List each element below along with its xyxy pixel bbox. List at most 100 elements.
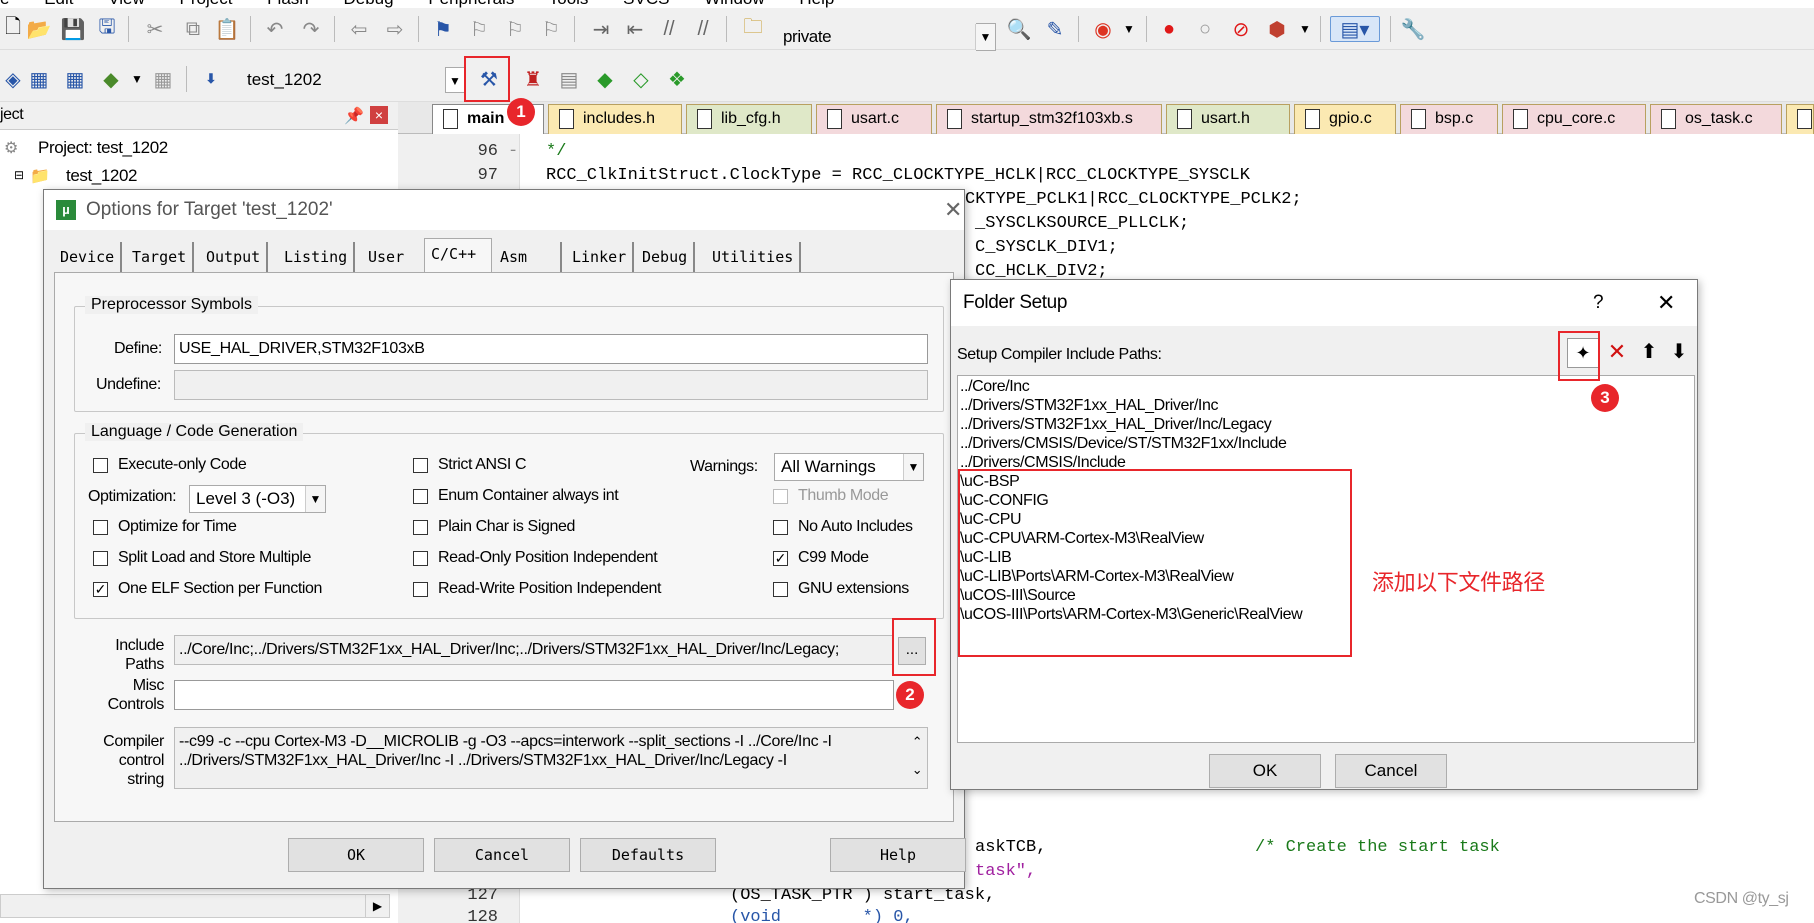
tab-utilities[interactable]: Utilities — [706, 242, 802, 272]
tab-user[interactable]: User — [362, 242, 422, 272]
select-packs-icon[interactable]: ◆ — [592, 66, 618, 92]
folder-ok-button[interactable]: OK — [1209, 754, 1321, 788]
chevron-down-icon[interactable]: ▼ — [1116, 16, 1142, 42]
find-in-files-icon[interactable]: 🗀 — [740, 16, 766, 42]
save-icon[interactable]: 💾 — [60, 16, 86, 42]
redo-icon[interactable]: ↷ — [298, 16, 324, 42]
cut-icon[interactable]: ✂ — [142, 16, 168, 42]
new-file-icon[interactable]: 🗋 — [0, 16, 26, 42]
scroll-arrows-icon[interactable]: ⌃ ⌄ — [907, 728, 927, 788]
tab-usart-h[interactable]: usart.h — [1166, 104, 1290, 134]
list-item[interactable]: ../Drivers/STM32F1xx_HAL_Driver/Inc — [960, 397, 1218, 415]
disable-all-breakpoints-icon[interactable]: ⊘ — [1228, 16, 1254, 42]
prev-bookmark-icon[interactable]: ⚐ — [466, 16, 492, 42]
folder-cancel-button[interactable]: Cancel — [1335, 754, 1447, 788]
find-icon[interactable]: 🔍 — [1006, 16, 1032, 42]
tab-os-task-c[interactable]: os_task.c — [1650, 104, 1782, 134]
split-load-checkbox[interactable] — [93, 551, 108, 566]
rebuild-icon[interactable]: ▦ — [62, 66, 88, 92]
undo-icon[interactable]: ↶ — [262, 16, 288, 42]
menu-debug[interactable]: Debug — [343, 0, 393, 8]
optimize-time-checkbox[interactable] — [93, 520, 108, 535]
move-down-icon[interactable]: ⬇ — [1665, 338, 1693, 368]
misc-controls-input[interactable] — [174, 680, 894, 710]
help-icon[interactable]: ? — [1593, 292, 1604, 314]
build-icon[interactable]: ▦ — [26, 66, 52, 92]
tab-usart-c[interactable]: usart.c — [816, 104, 932, 134]
list-item[interactable]: ../Drivers/STM32F1xx_HAL_Driver/Inc/Lega… — [960, 416, 1272, 434]
tab-target[interactable]: Target — [126, 242, 195, 272]
tab-cpu-core-c[interactable]: cpu_core.c — [1502, 104, 1646, 134]
tab-asm[interactable]: Asm — [494, 242, 562, 272]
defaults-button[interactable]: Defaults — [580, 838, 716, 872]
tab-debug[interactable]: Debug — [636, 242, 696, 272]
list-item[interactable]: ../Drivers/CMSIS/Device/ST/STM32F1xx/Inc… — [960, 435, 1287, 453]
comment-icon[interactable]: // — [656, 16, 682, 42]
indent-icon[interactable]: ⇥ — [588, 16, 614, 42]
find-combo-dropdown[interactable]: ▼ — [975, 23, 996, 51]
project-root[interactable]: Project: test_1202 — [38, 138, 168, 158]
disable-breakpoint-icon[interactable]: ○ — [1192, 16, 1218, 42]
debug-session-icon[interactable]: ◉ — [1090, 16, 1116, 42]
manage-rte-icon[interactable]: ❖ — [664, 66, 690, 92]
menu-help[interactable]: Help — [799, 0, 834, 8]
clear-bookmarks-icon[interactable]: ⚐ — [538, 16, 564, 42]
target-select[interactable]: test_1202 ▼ — [240, 66, 466, 94]
gnu-ext-checkbox[interactable] — [773, 582, 788, 597]
save-all-icon[interactable]: 🖫 — [94, 16, 120, 42]
pin-icon[interactable]: 📌 — [344, 106, 364, 126]
open-folder-icon[interactable]: 📂 — [26, 16, 52, 42]
undefine-input[interactable] — [174, 370, 928, 400]
cancel-button[interactable]: Cancel — [434, 838, 570, 872]
collapse-icon[interactable]: ⊟ — [14, 168, 24, 182]
delete-icon[interactable]: ✕ — [1603, 338, 1631, 368]
project-scrollbar[interactable]: ▶ — [0, 894, 390, 918]
tab-listing[interactable]: Listing — [278, 242, 356, 272]
close-icon[interactable]: × — [370, 106, 388, 124]
tab-includes-h[interactable]: includes.h — [548, 104, 682, 134]
include-paths-input[interactable]: ../Core/Inc;../Drivers/STM32F1xx_HAL_Dri… — [174, 635, 894, 665]
tab-gpio-c[interactable]: gpio.c — [1294, 104, 1396, 134]
file-extensions-icon[interactable]: ♜ — [520, 66, 546, 92]
nav-back-icon[interactable]: ⇦ — [346, 16, 372, 42]
menu-tools[interactable]: Tools — [549, 0, 589, 8]
enum-int-checkbox[interactable] — [413, 489, 428, 504]
menu-project[interactable]: Project — [180, 0, 233, 8]
target-node[interactable]: test_1202 — [66, 166, 137, 186]
configure-icon[interactable]: 🔧 — [1400, 16, 1426, 42]
menu-window[interactable]: Window — [704, 0, 764, 8]
download-icon[interactable]: ⬇ — [198, 66, 224, 92]
help-button[interactable]: Help — [830, 838, 966, 872]
menu-view[interactable]: View — [108, 0, 145, 8]
list-item[interactable]: ../Core/Inc — [960, 378, 1030, 396]
strict-ansi-checkbox[interactable] — [413, 458, 428, 473]
menu-flash[interactable]: Flash — [267, 0, 309, 8]
kill-breakpoints-icon[interactable]: ⬢ — [1264, 16, 1290, 42]
define-input[interactable]: USE_HAL_DRIVER,STM32F103xB — [174, 334, 928, 364]
pack-installer-icon[interactable]: ◇ — [628, 66, 654, 92]
tab-c-cpp[interactable]: C/C++ — [424, 238, 492, 272]
optimization-select[interactable]: Level 3 (-O3) ▼ — [189, 485, 326, 513]
translate-icon[interactable]: ◈ — [0, 66, 26, 92]
menu-file[interactable]: e — [0, 0, 9, 8]
c99-checkbox[interactable]: ✓ — [773, 551, 788, 566]
one-elf-checkbox[interactable]: ✓ — [93, 582, 108, 597]
batch-build-icon[interactable]: ◆ — [98, 66, 124, 92]
tab-startup-s[interactable]: startup_stm32f103xb.s — [936, 104, 1162, 134]
menu-edit[interactable]: Edit — [44, 0, 73, 8]
manage-components-icon[interactable]: ▤ — [556, 66, 582, 92]
tab-bsp-c[interactable]: bsp.c — [1400, 104, 1498, 134]
compiler-string-text[interactable]: --c99 -c --cpu Cortex-M3 -D__MICROLIB -g… — [174, 727, 928, 789]
menu-peripherals[interactable]: Peripherals — [428, 0, 514, 8]
nav-forward-icon[interactable]: ⇨ — [382, 16, 408, 42]
next-bookmark-icon[interactable]: ⚐ — [502, 16, 528, 42]
chevron-down-icon[interactable]: ▼ — [124, 66, 150, 92]
no-auto-includes-checkbox[interactable] — [773, 520, 788, 535]
tab-device[interactable]: Device — [54, 242, 123, 272]
thumb-mode-checkbox[interactable] — [773, 489, 788, 504]
warnings-select[interactable]: All Warnings ▼ — [774, 453, 924, 481]
incremental-find-icon[interactable]: ✎ — [1042, 16, 1068, 42]
move-up-icon[interactable]: ⬆ — [1635, 338, 1663, 368]
execute-only-checkbox[interactable] — [93, 458, 108, 473]
unindent-icon[interactable]: ⇤ — [622, 16, 648, 42]
